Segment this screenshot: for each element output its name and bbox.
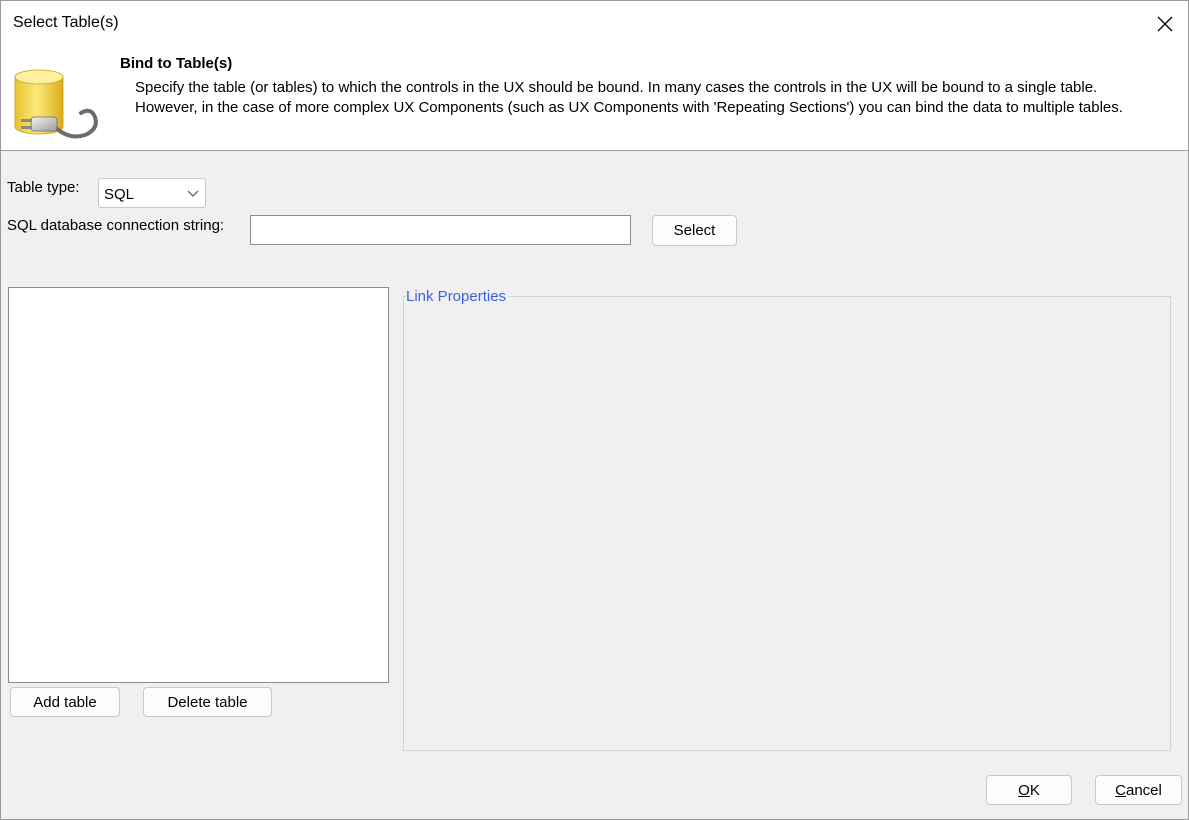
table-type-value: SQL xyxy=(104,186,135,203)
banner-description: Specify the table (or tables) to which t… xyxy=(135,79,1123,116)
close-button[interactable] xyxy=(1142,1,1188,47)
table-type-dropdown[interactable]: SQL xyxy=(98,178,206,208)
ok-mnemonic: O xyxy=(1018,781,1030,799)
banner-heading: Bind to Table(s) xyxy=(120,55,233,72)
close-icon xyxy=(1157,16,1173,32)
link-properties-group xyxy=(403,296,1171,751)
add-table-button[interactable]: Add table xyxy=(10,687,120,717)
title-bar: Select Table(s) xyxy=(1,1,1188,47)
ok-label-rest: K xyxy=(1029,781,1040,799)
table-type-label: Table type: xyxy=(7,179,80,196)
cancel-label-rest: ancel xyxy=(1125,781,1162,799)
select-connection-button[interactable]: Select xyxy=(652,215,737,246)
window-title: Select Table(s) xyxy=(13,14,119,31)
delete-table-button[interactable]: Delete table xyxy=(143,687,272,717)
database-plug-icon xyxy=(14,69,98,139)
chevron-down-icon xyxy=(187,190,199,197)
ok-button[interactable]: OK xyxy=(986,775,1072,805)
link-properties-label: Link Properties xyxy=(406,288,509,305)
select-tables-dialog: Select Table(s) Bind to Table(s) Specify… xyxy=(0,0,1189,820)
connection-string-label: SQL database connection string: xyxy=(7,217,225,234)
tables-list[interactable] xyxy=(8,287,389,683)
cancel-button[interactable]: Cancel xyxy=(1095,775,1182,805)
header-banner: Bind to Table(s) Specify the table (or t… xyxy=(1,47,1188,151)
connection-string-input[interactable] xyxy=(250,215,631,245)
cancel-mnemonic: C xyxy=(1115,781,1126,799)
